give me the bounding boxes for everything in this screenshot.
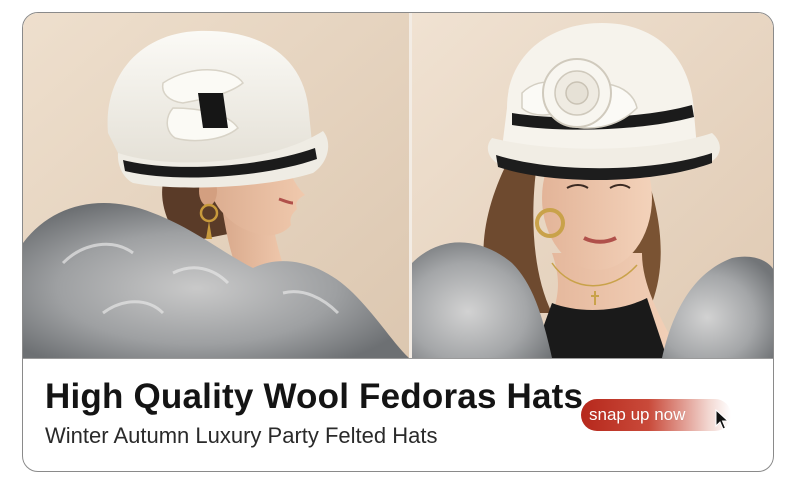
banner-headline: High Quality Wool Fedoras Hats	[45, 377, 584, 416]
product-banner-card: High Quality Wool Fedoras Hats Winter Au…	[22, 12, 774, 472]
photo-model-profile	[23, 13, 409, 358]
photo-model-front	[412, 13, 773, 358]
caption-divider	[23, 358, 773, 359]
mouse-pointer-icon	[715, 409, 729, 430]
snap-up-now-button[interactable]: snap up now	[581, 399, 731, 431]
banner-subline: Winter Autumn Luxury Party Felted Hats	[45, 423, 438, 448]
cta-label: snap up now	[589, 405, 686, 424]
product-photos	[23, 13, 773, 358]
